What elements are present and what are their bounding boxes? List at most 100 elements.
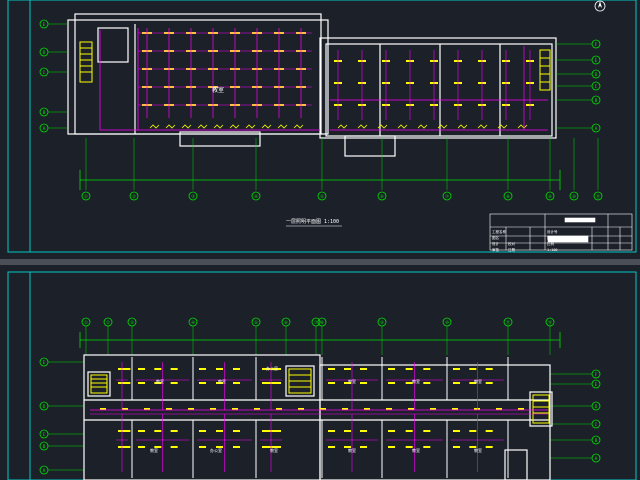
room-label: 教室 xyxy=(150,447,158,453)
title-block-cell: 图号 xyxy=(547,235,555,240)
top-row-bubble-label: E xyxy=(595,58,598,64)
fluorescent-lamp xyxy=(328,382,335,384)
top-row-bubble-label: B xyxy=(595,98,598,104)
fluorescent-lamp xyxy=(360,382,367,384)
bottom-axis-bubble-label: ⑫ xyxy=(548,319,553,326)
title-block-cell: 设计号 xyxy=(547,229,558,234)
fluorescent-lamp xyxy=(388,430,395,432)
fluorescent-lamp xyxy=(199,368,206,370)
fluorescent-lamp xyxy=(138,446,145,448)
fluorescent-lamp xyxy=(170,382,178,384)
bottom-row-bubble-label: D xyxy=(595,404,598,410)
fluorescent-lamp xyxy=(262,430,269,432)
fluorescent-lamp xyxy=(199,446,206,448)
fluorescent-lamp xyxy=(274,382,281,384)
top-row-bubble-label: C xyxy=(595,84,598,90)
room-label: 教室 xyxy=(412,447,420,453)
bottom-axis-bubble-label: ⑪ xyxy=(506,319,511,326)
fluorescent-lamp xyxy=(216,430,223,432)
fluorescent-lamp xyxy=(123,368,131,370)
fluorescent-lamp xyxy=(469,368,477,370)
fluorescent-lamp xyxy=(360,446,367,448)
fluorescent-lamp xyxy=(233,446,240,448)
fluorescent-lamp xyxy=(405,430,413,432)
bottom-row-bubble-label: F xyxy=(595,372,598,378)
fluorescent-lamp xyxy=(328,430,335,432)
top-row-bubble-label: D xyxy=(595,72,598,78)
fluorescent-lamp xyxy=(388,368,395,370)
bottom-row-bubble-label: E xyxy=(595,382,598,388)
fluorescent-lamp xyxy=(485,368,493,370)
fluorescent-lamp xyxy=(485,430,493,432)
fluorescent-lamp xyxy=(423,446,431,448)
fluorescent-lamp xyxy=(344,430,351,432)
fluorescent-lamp xyxy=(138,382,145,384)
fluorescent-lamp xyxy=(199,382,206,384)
fluorescent-lamp xyxy=(123,430,131,432)
bottom-row-bubble-label: A xyxy=(43,468,46,474)
fluorescent-lamp xyxy=(360,368,367,370)
title-block-cell: 1:100 xyxy=(547,248,558,252)
title-block-cell: 比例 xyxy=(547,241,555,246)
title-block-cell: 日期 xyxy=(508,247,516,252)
fluorescent-lamp xyxy=(274,430,281,432)
top-row-bubble-label: C xyxy=(43,70,46,76)
fluorescent-lamp xyxy=(123,446,131,448)
fluorescent-lamp xyxy=(154,368,162,370)
bottom-row-bubble-label: A xyxy=(595,456,598,462)
room-label: 教室 xyxy=(474,378,482,384)
fluorescent-lamp xyxy=(170,446,178,448)
fluorescent-lamp xyxy=(388,382,395,384)
fluorescent-lamp xyxy=(453,430,460,432)
room-label: 教室 xyxy=(156,378,164,384)
fluorescent-lamp xyxy=(328,368,335,370)
cad-drawing-canvas[interactable]: 教室 ①②③④⑤⑥⑦⑧⑨⑩⑪ EDCBA FEDCBA 一层照明平面图 1:10… xyxy=(0,0,640,480)
bottom-row-bubble-label: E xyxy=(43,360,46,366)
fluorescent-lamp xyxy=(485,382,493,384)
fluorescent-lamp xyxy=(388,446,395,448)
room-label: 办公室 xyxy=(266,365,278,371)
room-label: 教室 xyxy=(474,447,482,453)
title-block-cell: 审核 xyxy=(492,247,500,252)
fluorescent-lamp xyxy=(453,446,460,448)
fluorescent-lamp xyxy=(469,430,477,432)
fluorescent-lamp xyxy=(170,430,178,432)
top-row-bubble-label: A xyxy=(43,126,46,132)
room-label: 教室 xyxy=(218,378,226,384)
fluorescent-lamp xyxy=(262,382,269,384)
title-block-cell: 工程名称 xyxy=(492,229,506,234)
fluorescent-lamp xyxy=(262,446,269,448)
fluorescent-lamp xyxy=(170,368,178,370)
top-room-label: 教室 xyxy=(212,86,224,94)
fluorescent-lamp xyxy=(344,368,351,370)
fluorescent-lamp xyxy=(233,382,240,384)
fluorescent-lamp xyxy=(328,446,335,448)
fluorescent-lamp xyxy=(423,430,431,432)
fluorescent-lamp xyxy=(268,430,275,432)
bottom-row-bubble-label: B xyxy=(595,438,598,444)
fluorescent-lamp xyxy=(268,382,275,384)
fluorescent-lamp xyxy=(199,430,206,432)
fluorescent-lamp xyxy=(485,446,493,448)
bottom-row-bubble-label: C xyxy=(43,432,46,438)
fluorescent-lamp xyxy=(233,430,240,432)
fluorescent-lamp xyxy=(138,368,145,370)
title-block-cell: 设计 xyxy=(492,241,500,246)
top-axis-bubble-label: ⑪ xyxy=(596,193,601,200)
top-row-bubble-label: B xyxy=(43,110,46,116)
fluorescent-lamp xyxy=(216,368,223,370)
fluorescent-lamp xyxy=(423,382,431,384)
fluorescent-lamp xyxy=(453,368,460,370)
fluorescent-lamp xyxy=(233,368,240,370)
fluorescent-lamp xyxy=(123,382,131,384)
top-drawing-title: 一层照明平面图 1:100 xyxy=(286,219,339,225)
fluorescent-lamp xyxy=(405,368,413,370)
room-label: 办公室 xyxy=(210,447,222,453)
fluorescent-lamp xyxy=(360,430,367,432)
room-label: 教室 xyxy=(348,447,356,453)
fluorescent-lamp xyxy=(453,382,460,384)
top-row-bubble-label: D xyxy=(43,50,46,56)
title-block-cell: 图名 xyxy=(492,235,499,240)
fluorescent-lamp xyxy=(154,430,162,432)
top-row-bubble-label: E xyxy=(43,22,46,28)
